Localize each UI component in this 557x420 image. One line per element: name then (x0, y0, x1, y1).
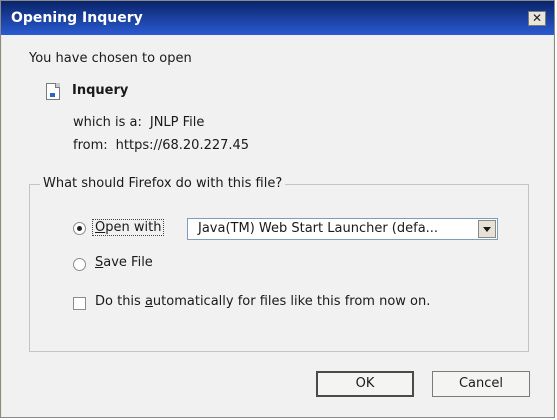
dialog-window: Opening Inquery ✕ You have chosen to ope… (0, 0, 555, 418)
title-bar[interactable]: Opening Inquery ✕ (1, 1, 554, 35)
close-button[interactable]: ✕ (528, 11, 546, 26)
open-with-radio[interactable] (73, 222, 86, 235)
application-select[interactable]: Java(TM) Web Start Launcher (defa... (187, 218, 498, 240)
auto-action-checkbox[interactable] (73, 297, 86, 310)
file-type-label: which is a: (73, 115, 142, 130)
chevron-down-icon[interactable] (478, 220, 496, 238)
file-source-label: from: (73, 138, 108, 153)
intro-text: You have chosen to open (29, 51, 192, 66)
file-type-line: which is a: JNLP File (73, 115, 204, 130)
open-with-label[interactable]: Open with (92, 219, 165, 236)
open-with-label-rest: pen with (105, 220, 162, 235)
cancel-button[interactable]: Cancel (432, 371, 530, 397)
action-groupbox: What should Firefox do with this file? O… (29, 176, 529, 352)
file-type-value: JNLP File (149, 115, 205, 130)
file-icon (46, 83, 60, 100)
groupbox-legend: What should Firefox do with this file? (40, 176, 286, 191)
save-file-label[interactable]: Save File (95, 255, 153, 270)
save-file-radio[interactable] (73, 258, 86, 271)
application-select-value: Java(TM) Web Start Launcher (defa... (198, 221, 439, 236)
close-icon: ✕ (531, 11, 543, 25)
ok-button[interactable]: OK (316, 371, 414, 397)
auto-action-label[interactable]: Do this automatically for files like thi… (95, 294, 430, 309)
file-name: Inquery (72, 83, 129, 98)
file-source-line: from: https://68.20.227.45 (73, 138, 249, 153)
dialog-body: You have chosen to open Inquery which is… (2, 35, 553, 417)
window-title: Opening Inquery (11, 10, 143, 26)
file-source-value: https://68.20.227.45 (115, 138, 250, 153)
